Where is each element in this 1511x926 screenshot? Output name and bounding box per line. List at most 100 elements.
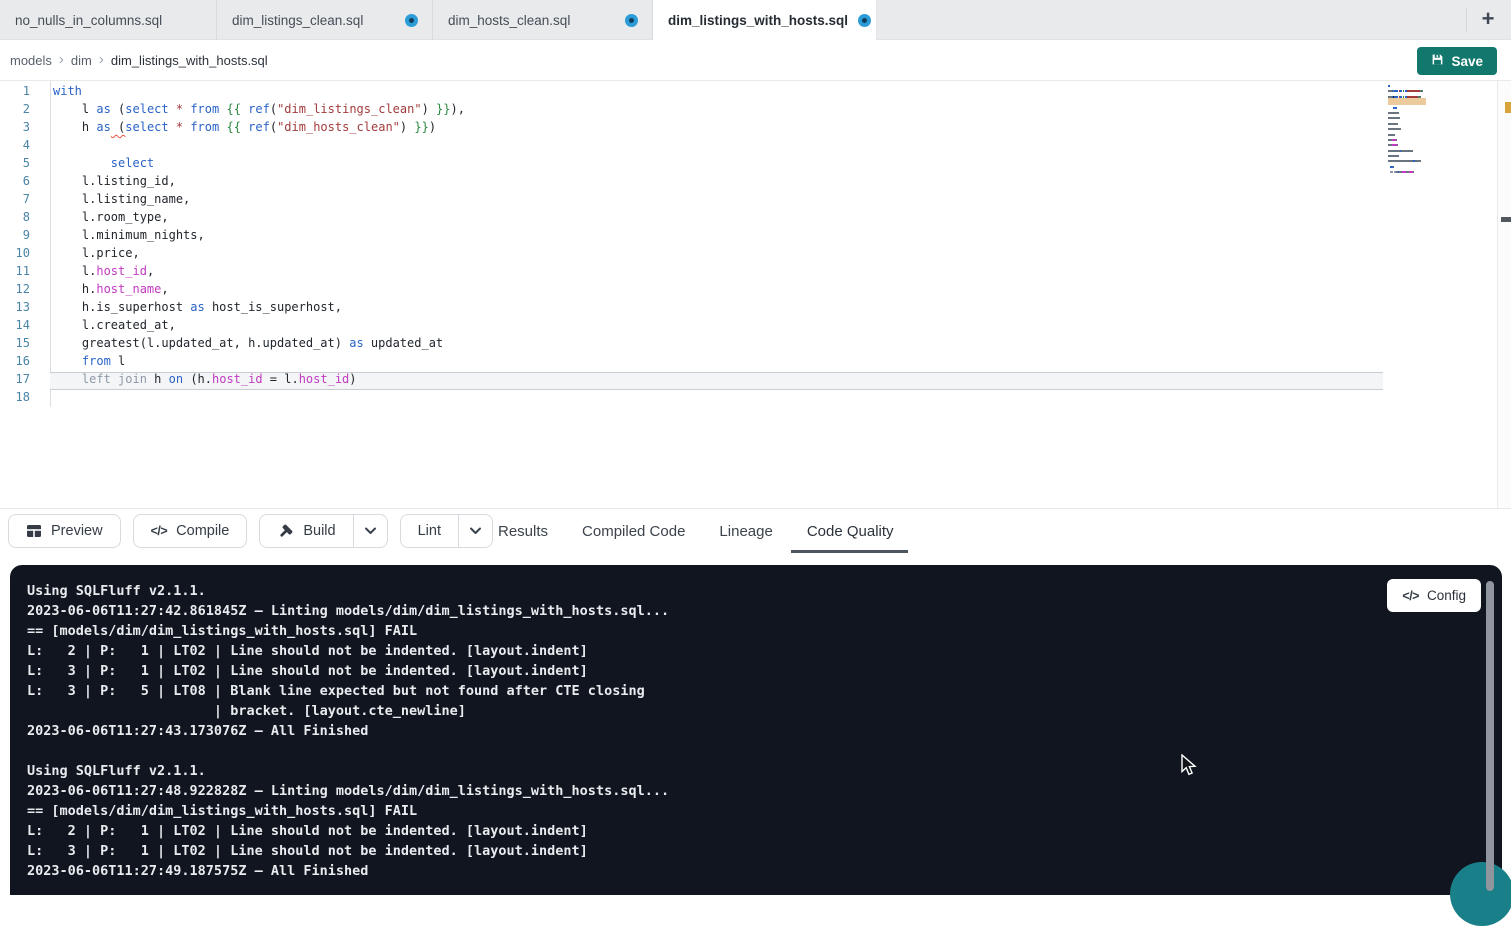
lint-dropdown-button[interactable] (458, 515, 492, 547)
lint-warning-marker (1505, 102, 1511, 113)
code-line-12[interactable]: h.host_name, (50, 282, 1383, 300)
line-number: 6 (0, 174, 50, 192)
code-line-6[interactable]: l.listing_id, (50, 174, 1383, 192)
code-line-8[interactable]: l.room_type, (50, 210, 1383, 228)
code-icon: </> (151, 524, 168, 538)
code-line-14[interactable]: l.created_at, (50, 318, 1383, 336)
tab-label: dim_hosts_clean.sql (448, 13, 570, 28)
mouse-cursor (1178, 754, 1198, 778)
compile-button-group: </> Compile (133, 514, 248, 548)
lint-button[interactable]: Lint (401, 515, 458, 547)
panel-tab-results[interactable]: Results (496, 509, 550, 553)
compile-button[interactable]: </> Compile (134, 515, 247, 547)
table-icon (26, 523, 42, 539)
config-button[interactable]: </> Config (1387, 579, 1481, 612)
preview-button-label: Preview (51, 523, 103, 539)
preview-button[interactable]: Preview (9, 515, 120, 547)
editor-scrollbar[interactable] (1497, 81, 1511, 508)
terminal-output: Using SQLFluff v2.1.1.2023-06-06T11:27:4… (27, 581, 1502, 881)
tab-dim-hosts-clean-sql[interactable]: dim_hosts_clean.sql (433, 0, 653, 40)
code-line-5[interactable]: select (50, 156, 1383, 174)
breadcrumb-item-models[interactable]: models (10, 53, 52, 68)
help-fab[interactable] (1450, 862, 1511, 926)
breadcrumb-separator-icon: › (59, 51, 64, 68)
code-line-17[interactable]: left join h on (h.host_id = l.host_id) (50, 372, 1383, 390)
line-number: 16 (0, 354, 50, 372)
tab-dim-listings-clean-sql[interactable]: dim_listings_clean.sql (217, 0, 433, 40)
action-toolbar: Preview </> Compile Build Lint Results Compil… (0, 508, 1511, 552)
terminal-line: | bracket. [layout.cte_newline] (27, 701, 1502, 721)
terminal-line: 2023-06-06T11:27:48.922828Z — Linting mo… (27, 781, 1502, 801)
breadcrumb-item-dim-listings-with-hosts-sql[interactable]: dim_listings_with_hosts.sql (111, 53, 268, 68)
config-button-label: Config (1427, 588, 1466, 603)
preview-button-group: Preview (8, 514, 121, 548)
code-line-13[interactable]: h.is_superhost as host_is_superhost, (50, 300, 1383, 318)
tab-no-nulls-in-columns-sql[interactable]: no_nulls_in_columns.sql (0, 0, 217, 40)
save-icon (1431, 53, 1444, 69)
code-line-4[interactable] (50, 138, 1383, 156)
breadcrumb-item-dim[interactable]: dim (71, 53, 92, 68)
lint-button-group: Lint (400, 514, 493, 548)
code-line-11[interactable]: l.host_id, (50, 264, 1383, 282)
terminal-line: 2023-06-06T11:27:43.173076Z — All Finish… (27, 721, 1502, 741)
line-number: 15 (0, 336, 50, 354)
scroll-position-marker (1501, 217, 1511, 222)
code-line-9[interactable]: l.minimum_nights, (50, 228, 1383, 246)
modified-indicator-icon (858, 14, 871, 27)
terminal-line: L: 2 | P: 1 | LT02 | Line should not be … (27, 821, 1502, 841)
new-tab-button[interactable]: + (1474, 5, 1502, 33)
compile-button-label: Compile (176, 523, 229, 539)
build-dropdown-button[interactable] (353, 515, 387, 547)
code-line-18[interactable] (50, 390, 1383, 408)
modified-indicator-icon (625, 14, 638, 27)
tab-bar-tabs: no_nulls_in_columns.sql dim_listings_clea… (0, 0, 1511, 40)
terminal-panel[interactable]: Using SQLFluff v2.1.1.2023-06-06T11:27:4… (10, 565, 1502, 895)
line-number: 5 (0, 156, 50, 174)
minimap[interactable] (1388, 85, 1426, 205)
code-line-1[interactable]: with (50, 84, 1383, 102)
panel-tab-lineage[interactable]: Lineage (717, 509, 774, 553)
terminal-line: L: 3 | P: 5 | LT08 | Blank line expected… (27, 681, 1502, 701)
tab-dim-listings-with-hosts-sql[interactable]: dim_listings_with_hosts.sql (653, 0, 877, 40)
terminal-line: L: 3 | P: 1 | LT02 | Line should not be … (27, 661, 1502, 681)
tab-bar-divider (1466, 8, 1467, 32)
save-button[interactable]: Save (1417, 47, 1497, 75)
lint-button-label: Lint (418, 523, 441, 539)
chevron-down-icon (364, 527, 377, 535)
tab-label: no_nulls_in_columns.sql (15, 13, 162, 28)
terminal-line: L: 3 | P: 1 | LT02 | Line should not be … (27, 841, 1502, 861)
save-button-label: Save (1451, 54, 1483, 69)
tab-label: dim_listings_with_hosts.sql (668, 13, 848, 28)
line-number: 4 (0, 138, 50, 156)
line-number: 8 (0, 210, 50, 228)
line-number: 2 (0, 102, 50, 120)
terminal-line: == [models/dim/dim_listings_with_hosts.s… (27, 801, 1502, 821)
panel-tab-compiled-code[interactable]: Compiled Code (580, 509, 687, 553)
tab-label: dim_listings_clean.sql (232, 13, 363, 28)
breadcrumb-separator-icon: › (99, 51, 104, 68)
code-line-10[interactable]: l.price, (50, 246, 1383, 264)
line-number: 14 (0, 318, 50, 336)
line-number: 12 (0, 282, 50, 300)
code-line-2[interactable]: l as (select * from {{ ref("dim_listings… (50, 102, 1383, 120)
build-button-label: Build (303, 523, 335, 539)
code-line-3[interactable]: h as (select * from {{ ref("dim_hosts_cl… (50, 120, 1383, 138)
code-line-16[interactable]: from l (50, 354, 1383, 372)
terminal-line: 2023-06-06T11:27:49.187575Z — All Finish… (27, 861, 1502, 881)
terminal-line: Using SQLFluff v2.1.1. (27, 761, 1502, 781)
line-number: 9 (0, 228, 50, 246)
terminal-scrollbar-thumb[interactable] (1486, 581, 1494, 891)
build-button[interactable]: Build (260, 515, 352, 547)
code-line-15[interactable]: greatest(l.updated_at, h.updated_at) as … (50, 336, 1383, 354)
code-editor[interactable]: 123456789101112131415161718 with l as (s… (0, 81, 1511, 508)
panel-tab-code-quality[interactable]: Code Quality (805, 509, 896, 553)
line-number: 17 (0, 372, 50, 390)
code-icon: </> (1402, 589, 1419, 603)
line-number: 18 (0, 390, 50, 408)
tab-bar: no_nulls_in_columns.sql dim_listings_clea… (0, 0, 1511, 40)
code-line-7[interactable]: l.listing_name, (50, 192, 1383, 210)
line-number: 7 (0, 192, 50, 210)
terminal-line (27, 741, 1502, 761)
build-button-group: Build (259, 514, 387, 548)
code-content[interactable]: with l as (select * from {{ ref("dim_lis… (50, 84, 1383, 408)
